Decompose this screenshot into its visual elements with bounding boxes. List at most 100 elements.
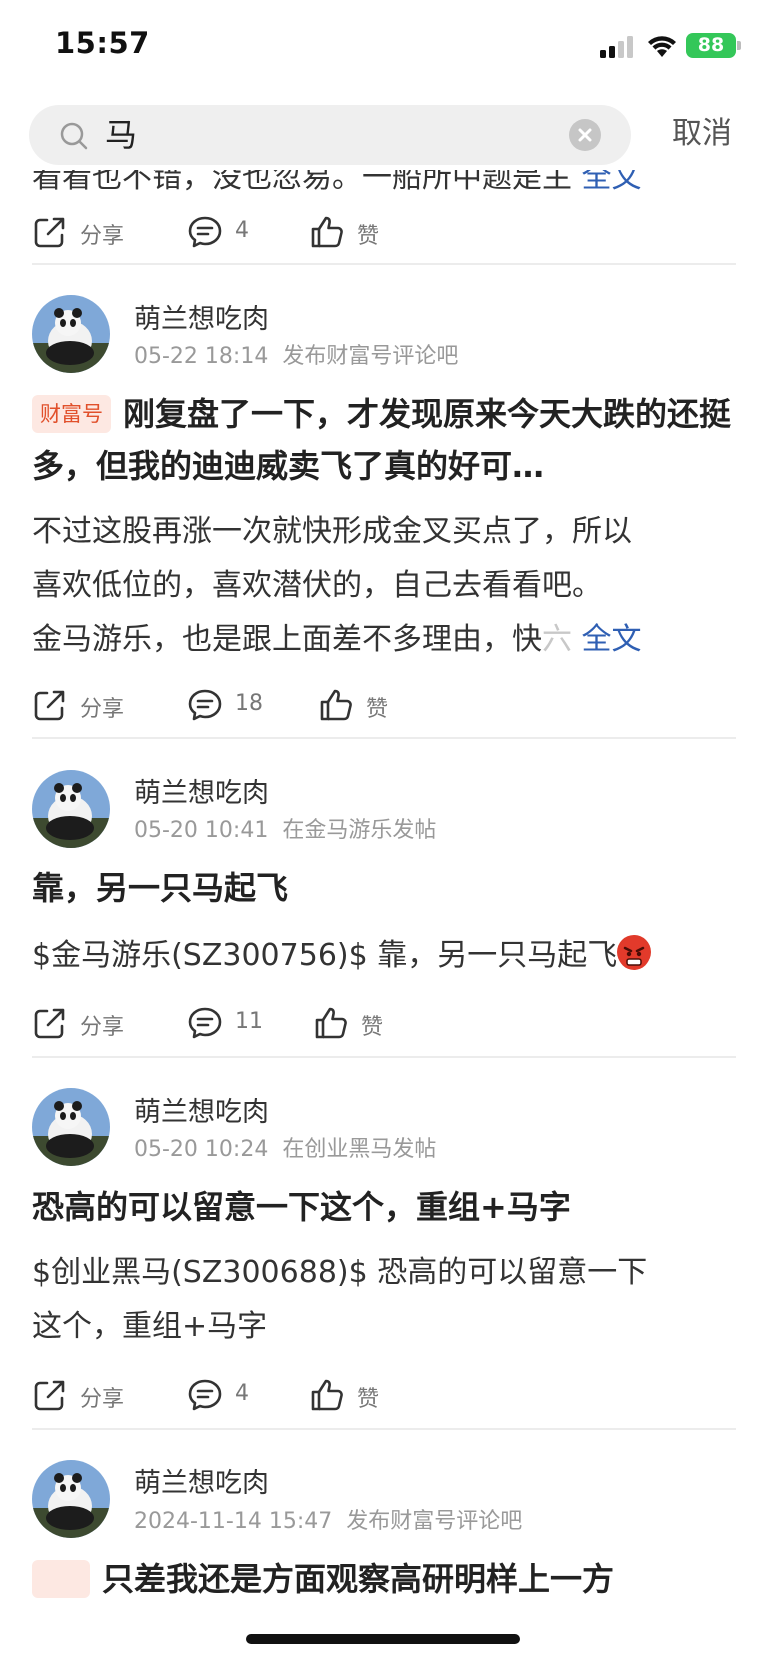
share-label: 分享 [80, 697, 125, 722]
comment-count: 4 [235, 218, 249, 243]
status-time: 15:57 [55, 26, 150, 60]
divider [32, 263, 736, 265]
avatar[interactable] [32, 770, 110, 848]
thumbs-up-icon [315, 1007, 347, 1039]
thumbs-up-icon [311, 216, 343, 248]
post-source[interactable]: 发布财富号评论吧 [346, 1509, 522, 1534]
previous-post-clipped-text: 看看也不错，没也忽易。一船所中题是主 全文 [32, 170, 732, 192]
post-source[interactable]: 发布财富号评论吧 [282, 344, 458, 369]
share-button[interactable]: 分享 [32, 1001, 142, 1045]
post-body-line: 喜欢低位的，喜欢潜伏的，自己去看看吧。 [32, 568, 602, 603]
author-name[interactable]: 萌兰想吃肉 [134, 771, 269, 810]
author-name[interactable]: 萌兰想吃肉 [134, 1090, 269, 1129]
panda-avatar-image [32, 295, 110, 373]
comment-icon [188, 1007, 222, 1039]
panda-avatar-image [32, 770, 110, 848]
like-label: 赞 [361, 1015, 384, 1040]
post-body-line: $金马游乐(SZ300756)$ 靠，另一只马起飞 [32, 938, 618, 973]
post-meta: 05-22 18:14 发布财富号评论吧 [134, 338, 458, 370]
panda-avatar-image [32, 1088, 110, 1166]
post-body-line-last: 金马游乐，也是跟上面差不多理由，快六 全文 [32, 613, 736, 667]
home-indicator[interactable] [246, 1634, 520, 1644]
wifi-icon [648, 36, 676, 57]
comment-icon [188, 216, 222, 248]
share-icon [34, 690, 65, 721]
comment-count: 18 [235, 691, 263, 716]
comment-count: 4 [235, 1381, 249, 1406]
share-icon [34, 1380, 65, 1411]
post-title[interactable]: 靠，另一只马起飞 [32, 862, 736, 914]
comment-button[interactable]: 18 [187, 683, 277, 727]
post-body[interactable]: $金马游乐(SZ300756)$ 靠，另一只马起飞 [32, 929, 736, 983]
angry-face-icon [618, 938, 651, 970]
cancel-button[interactable]: 取消 [672, 112, 732, 156]
share-button[interactable]: 分享 [32, 683, 142, 727]
avatar[interactable] [32, 1088, 110, 1166]
divider [32, 737, 736, 739]
comment-button[interactable]: 4 [187, 210, 277, 254]
like-button[interactable]: 赞 [313, 1001, 403, 1045]
search-bar: 马 取消 [0, 100, 768, 170]
like-button[interactable]: 赞 [309, 1373, 399, 1417]
share-label: 分享 [80, 224, 125, 249]
comment-button[interactable]: 11 [187, 1001, 277, 1045]
post-body-line: 金马游乐，也是跟上面差不多理由，快 [32, 622, 542, 657]
like-label: 赞 [357, 1387, 380, 1412]
like-label: 赞 [366, 697, 389, 722]
post-meta: 2024-11-14 15:47 发布财富号评论吧 [134, 1503, 522, 1535]
post-date: 05-22 18:14 [134, 344, 269, 369]
share-button[interactable]: 分享 [32, 210, 142, 254]
post-actions: 分享 4 赞 [32, 1373, 432, 1417]
post-date: 05-20 10:41 [134, 818, 269, 843]
post-title-text: 刚复盘了一下，才发现原来今天大跌的还挺多，但我的迪迪威卖飞了真的好可… [32, 395, 732, 485]
cellular-signal-icon [600, 36, 636, 58]
clear-icon[interactable] [569, 119, 601, 151]
panda-avatar-image [32, 1460, 110, 1538]
fulltext-link[interactable]: 全文 [582, 622, 642, 657]
share-icon [34, 1008, 65, 1039]
author-name[interactable]: 萌兰想吃肉 [134, 1461, 269, 1500]
fulltext-link[interactable]: 全文 [582, 170, 642, 192]
comment-icon [188, 689, 222, 721]
like-button[interactable]: 赞 [309, 210, 399, 254]
post-source[interactable]: 在创业黑马发帖 [282, 1137, 436, 1162]
post-title[interactable]: 财富号 刚复盘了一下，才发现原来今天大跌的还挺多，但我的迪迪威卖飞了真的好可… [32, 388, 736, 492]
share-icon [34, 217, 65, 248]
post-body-fade: 六 [542, 622, 572, 657]
post-source[interactable]: 在金马游乐发帖 [282, 818, 436, 843]
caifuhao-badge [32, 1560, 90, 1598]
share-button[interactable]: 分享 [32, 1373, 142, 1417]
clipped-body: 看看也不错，没也忽易。一船所中题是主 [32, 170, 572, 192]
post-body[interactable]: $创业黑马(SZ300688)$ 恐高的可以留意一下 这个，重组+马字 [32, 1246, 736, 1354]
avatar[interactable] [32, 1460, 110, 1538]
like-label: 赞 [357, 224, 380, 249]
post-actions: 分享 11 赞 [32, 1001, 432, 1045]
battery-tip [737, 41, 741, 50]
share-label: 分享 [80, 1387, 125, 1412]
close-icon [578, 128, 592, 142]
search-input[interactable]: 马 [29, 105, 631, 165]
post-title-text: 只差我还是方面观察高研明样上一方 [102, 1560, 615, 1598]
like-button[interactable]: 赞 [318, 683, 408, 727]
post-title[interactable]: 只差我还是方面观察高研明样上一方 [32, 1553, 736, 1605]
status-bar: 15:57 88 [0, 0, 768, 95]
post-date: 2024-11-14 15:47 [134, 1509, 333, 1534]
post-actions: 分享 4 赞 [32, 210, 432, 254]
comment-button[interactable]: 4 [187, 1373, 277, 1417]
caifuhao-badge: 财富号 [32, 395, 111, 433]
thumbs-up-icon [320, 689, 352, 721]
search-icon [60, 122, 88, 150]
angry-face-icon [617, 935, 652, 970]
post-body[interactable]: 不过这股再涨一次就快形成金叉买点了，所以 喜欢低位的，喜欢潜伏的，自己去看看吧。… [32, 505, 736, 667]
battery-indicator: 88 [686, 33, 736, 58]
post-date: 05-20 10:24 [134, 1137, 269, 1162]
author-name[interactable]: 萌兰想吃肉 [134, 297, 269, 336]
comment-icon [188, 1379, 222, 1411]
post-title[interactable]: 恐高的可以留意一下这个，重组+马字 [32, 1181, 736, 1233]
share-label: 分享 [80, 1015, 125, 1040]
comment-count: 11 [235, 1009, 263, 1034]
divider [32, 1056, 736, 1058]
divider [32, 1428, 736, 1430]
avatar[interactable] [32, 295, 110, 373]
post-body-line: 不过这股再涨一次就快形成金叉买点了，所以 [32, 514, 632, 549]
